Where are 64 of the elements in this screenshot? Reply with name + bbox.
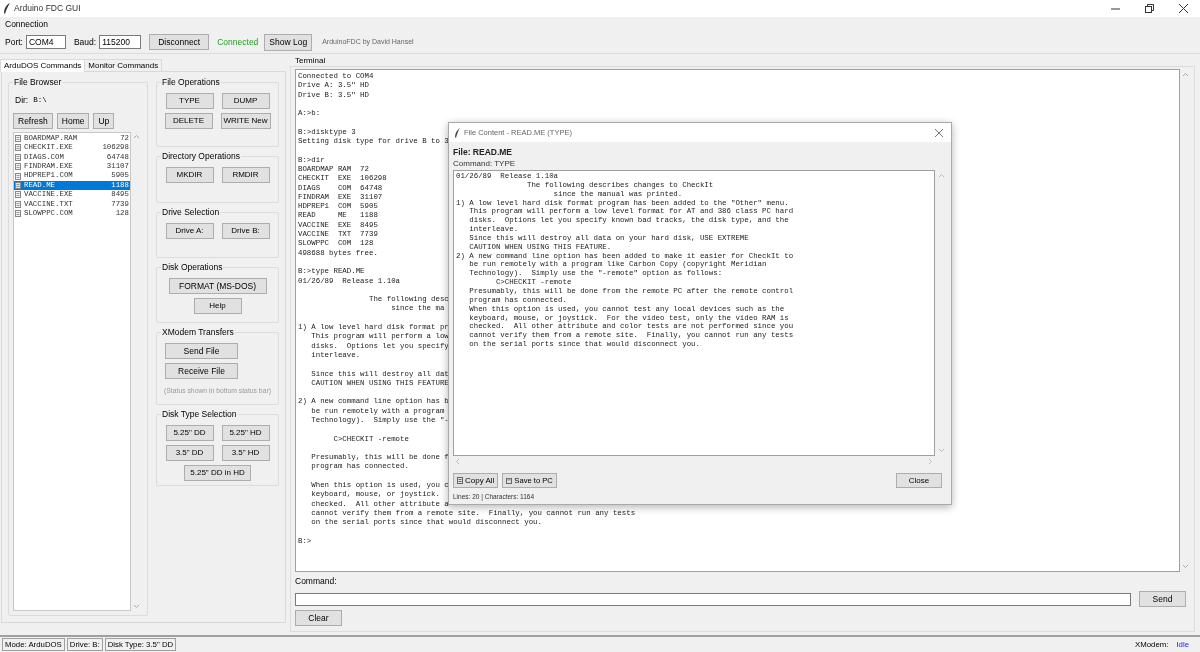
feather-icon (3, 3, 11, 14)
connection-status: Connected (217, 35, 259, 49)
group-title: Connection (5, 18, 49, 30)
field-label: Dir: (15, 94, 29, 107)
button[interactable]: Disconnect (149, 34, 210, 50)
field-label: Baud: (73, 35, 97, 49)
button[interactable]: 5.25" DD (165, 425, 214, 441)
copy-button[interactable]: Copy All (453, 473, 499, 488)
restore-icon (1144, 4, 1154, 13)
button[interactable]: DUMP (221, 93, 270, 109)
command-label: Command: TYPE (453, 158, 517, 169)
tab[interactable]: Monitor Commands (85, 59, 163, 71)
button[interactable]: Help (193, 298, 242, 314)
button[interactable]: DELETE (164, 113, 213, 129)
scroll-down-icon (938, 449, 944, 452)
button[interactable]: Up (93, 112, 115, 129)
button[interactable]: 3.5" DD (165, 445, 214, 461)
file-icon (15, 210, 21, 218)
scroll-down-icon (133, 605, 139, 608)
port-field[interactable]: COM4 (25, 35, 66, 49)
button[interactable]: Show Log (264, 33, 313, 51)
button[interactable]: Refresh (13, 112, 53, 129)
button[interactable]: 5.25" DD in HD (184, 465, 251, 481)
close-icon (935, 128, 943, 137)
button[interactable]: RMDIR (221, 167, 270, 183)
baud-field[interactable]: 115200 (99, 35, 142, 49)
group-title: Directory Operations (161, 151, 241, 162)
button[interactable]: 3.5" HD (221, 445, 270, 461)
scroll-right-icon (929, 459, 932, 464)
close-icon (1178, 4, 1188, 13)
button[interactable]: TYPE (165, 93, 214, 109)
clipboard-icon (457, 477, 463, 484)
scroll-up-icon (1182, 73, 1188, 76)
close-dialog-button[interactable]: Close (896, 473, 942, 488)
button[interactable]: Home (56, 112, 90, 129)
button[interactable]: 5.25" HD (221, 425, 270, 441)
button[interactable]: Receive File (165, 363, 238, 379)
window-title: Arduino FDC GUI (14, 2, 81, 15)
panel-title: Terminal (295, 56, 327, 66)
button[interactable]: FORMAT (MS-DOS) (168, 278, 267, 294)
command-field[interactable] (295, 592, 1131, 606)
button[interactable]: MKDIR (165, 167, 214, 183)
scroll-down-icon (1182, 565, 1188, 568)
file-heading: File: READ.ME (453, 147, 514, 158)
group-title: Drive Selection (161, 207, 221, 218)
group-title: File Browser (13, 77, 63, 88)
button[interactable]: Send File (165, 343, 238, 359)
button[interactable]: WRITE New (220, 113, 271, 129)
scroll-up-icon (133, 134, 139, 138)
feather-icon (454, 127, 461, 138)
group-title: Disk Type Selection (161, 409, 238, 420)
button[interactable]: Clear (295, 610, 342, 626)
tab[interactable]: ArduDOS Commands (0, 59, 86, 72)
file-icon (15, 134, 21, 142)
group-title: XModem Transfers (161, 327, 235, 338)
scroll-left-icon (456, 459, 459, 464)
button[interactable]: Drive A: (165, 223, 214, 239)
field-label: Command: (295, 576, 338, 587)
button[interactable]: Send (1139, 591, 1186, 607)
group-title: Disk Operations (161, 262, 224, 273)
scroll-up-icon (938, 174, 944, 177)
field-label: Port: (5, 35, 23, 49)
group-title: File Operations (161, 77, 221, 88)
button[interactable]: Drive B: (221, 223, 270, 239)
